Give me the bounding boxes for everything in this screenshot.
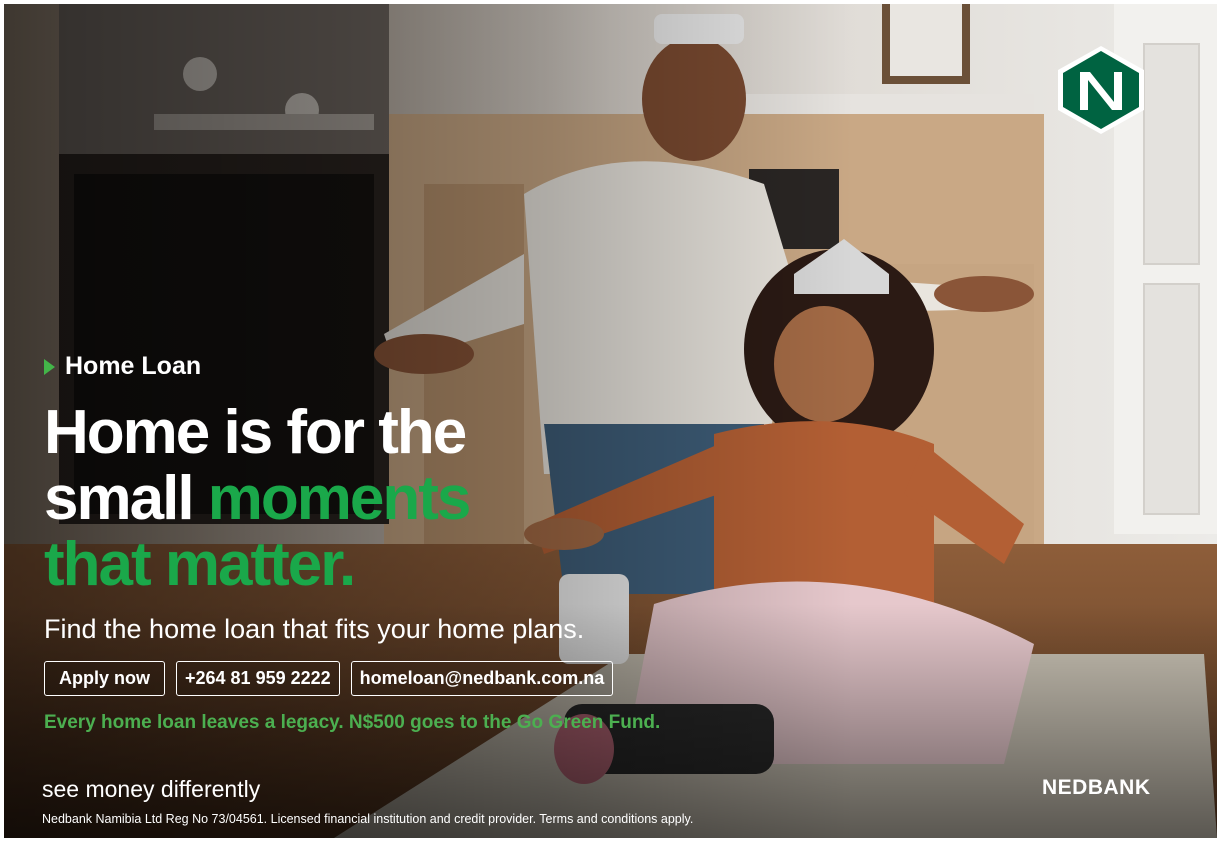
brand-wordmark: NEDBANK [1042,776,1151,799]
ad-frame: Home Loan Home is for the small moments … [4,4,1217,838]
legacy-message: Every home loan leaves a legacy. N$500 g… [44,712,661,733]
headline-line-2-green: moments [207,464,472,533]
cta-row: Apply now +264 81 959 2222 homeloan@nedb… [44,661,614,696]
legal-disclaimer: Nedbank Namibia Ltd Reg No 73/04561. Lic… [42,812,694,826]
nedbank-n-logo-icon [1058,46,1144,134]
headline-line-2-white: small [44,464,195,533]
apply-now-button[interactable]: Apply now [44,661,165,696]
headline-line-3: that matter. [44,530,356,599]
eyebrow-label: Home Loan [65,352,202,380]
tagline: see money differently [42,776,261,802]
headline-line-1: Home is for the [44,398,467,467]
triangle-bullet-icon [44,358,55,375]
subline: Find the home loan that fits your home p… [44,614,585,644]
headline: Home is for the small moments that matte… [44,400,644,598]
email-button[interactable]: homeloan@nedbank.com.na [350,661,614,696]
product-eyebrow: Home Loan [44,352,201,381]
phone-button[interactable]: +264 81 959 2222 [176,661,340,696]
